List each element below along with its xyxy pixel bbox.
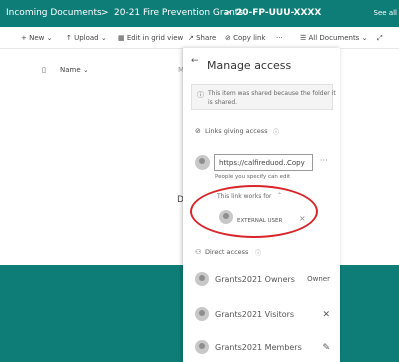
see-all-link[interactable]: See all [374,9,397,17]
copy-link-button[interactable]: ⊘ Copy link [225,34,265,42]
share-button[interactable]: ↗ Share [188,34,216,42]
no-edit-icon[interactable]: ✕ [322,310,330,320]
panel-title: Manage access [207,59,292,72]
more-options-button[interactable]: ··· [276,34,283,42]
link-url-text: https://calfireduod... [219,159,290,167]
breadcrumb-separator: > [101,8,109,18]
chevron-down-icon: ⌄ [44,34,53,42]
member-name: Grants2021 Members [215,343,302,352]
view-selector[interactable]: ☰ All Documents ⌄ [300,34,367,42]
back-arrow-icon[interactable]: ← [191,56,199,66]
breadcrumb-current-folder: 20-FP-UUU-XXXX [236,8,322,18]
group-avatar [195,272,209,286]
info-icon: ⓘ [197,91,204,99]
breadcrumb-separator: > [224,8,232,18]
chevron-down-icon: ⌄ [98,34,107,42]
expand-icon[interactable]: ⤢ [377,34,383,43]
link-icon: ⊘ [195,127,201,135]
list-icon: ☰ [300,34,309,42]
plus-icon: + [21,34,30,42]
member-name: Grants2021 Visitors [215,310,295,319]
highlight-circle [190,185,318,238]
chevron-down-icon: ⌄ [80,66,89,74]
group-avatar [195,307,209,321]
name-column-header[interactable]: Name ⌄ [60,66,89,74]
new-button[interactable]: + New ⌄ [21,34,52,42]
group-avatar [195,340,209,354]
info-icon[interactable]: ⓘ [273,127,279,136]
direct-access-label: Direct access [205,248,249,256]
member-row-members[interactable]: Grants2021 Members ✎ [183,336,340,358]
people-link-icon [195,155,210,170]
link-options-icon[interactable]: ··· [320,156,328,165]
grid-icon: ▦ [118,34,127,42]
upload-arrow-icon: ↑ [66,34,75,42]
member-row-owners[interactable]: Grants2021 Owners Owner [183,268,340,290]
member-row-visitors[interactable]: Grants2021 Visitors ✕ [183,303,340,325]
person-icon: ⚇ [195,248,202,256]
link-description: People you specify can edit [215,174,291,180]
info-notice: ⓘ This item was shared because the folde… [191,84,336,110]
link-url-box[interactable]: https://calfireduod... Copy [214,154,313,171]
links-giving-access-label: Links giving access [205,127,268,135]
copy-link-button[interactable]: Copy [287,159,305,167]
command-bar: + New ⌄ ↑ Upload ⌄ ▦ Edit in grid view ↗… [0,27,399,49]
info-text-line1: This item was shared because the folder … [208,90,336,97]
permission-label: Owner [307,275,330,283]
edit-grid-view-button[interactable]: ▦ Edit in grid view [118,34,183,42]
share-icon: ↗ [188,34,197,42]
link-icon: ⊘ [225,34,234,42]
info-text-line2: is shared. [208,99,238,106]
breadcrumb-incoming-documents[interactable]: Incoming Documents [6,8,102,18]
chevron-down-icon: ⌄ [359,34,368,42]
file-type-icon: ▯ [42,66,46,74]
info-icon[interactable]: ⓘ [255,248,261,257]
member-name: Grants2021 Owners [215,275,295,284]
edit-pencil-icon[interactable]: ✎ [322,343,330,353]
top-bar: Incoming Documents > 20-21 Fire Preventi… [0,0,399,27]
upload-button[interactable]: ↑ Upload ⌄ [66,34,107,42]
